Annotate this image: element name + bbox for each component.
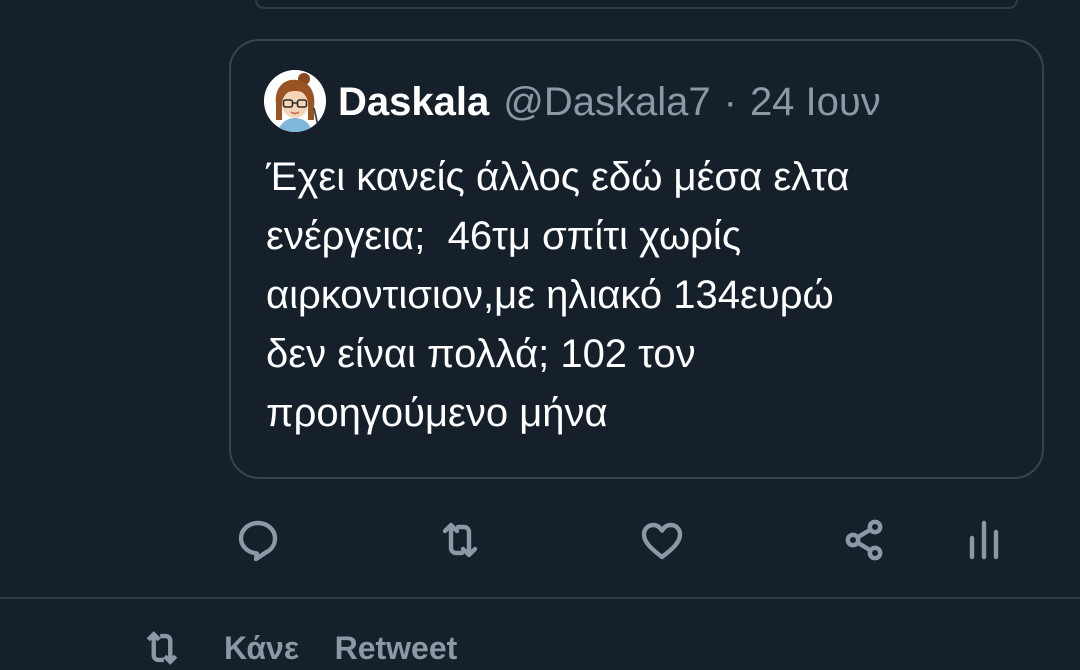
analytics-icon	[969, 520, 999, 560]
tweet-date[interactable]: 24 Ιουν	[750, 80, 881, 125]
analytics-button[interactable]	[956, 512, 1012, 568]
avatar[interactable]	[264, 70, 326, 132]
quoted-tweet-header: Daskala @Daskala7 · 24 Ιουν	[338, 76, 881, 128]
retweet-icon	[442, 522, 478, 558]
display-name[interactable]: Daskala	[338, 80, 489, 125]
retweet-context-text[interactable]: Κάνε Retweet	[224, 630, 457, 667]
retweet-button[interactable]	[432, 512, 488, 568]
like-button[interactable]	[634, 512, 690, 568]
share-icon	[845, 519, 883, 561]
section-divider	[0, 597, 1080, 599]
retweet-context-row: Κάνε Retweet	[140, 628, 457, 668]
retweet-icon	[146, 631, 178, 665]
tweet-text: Έχει κανείς άλλος εδώ μέσα ελτα ενέργεια…	[266, 155, 850, 435]
handle[interactable]: @Daskala7	[503, 80, 710, 125]
previous-tweet-card-bottom	[255, 0, 1018, 9]
reply-icon	[238, 520, 278, 562]
separator-dot: ·	[723, 79, 737, 124]
heart-icon	[641, 522, 683, 560]
avatar-illustration-icon	[264, 70, 326, 132]
share-button[interactable]	[836, 512, 892, 568]
reply-button[interactable]	[230, 512, 286, 568]
